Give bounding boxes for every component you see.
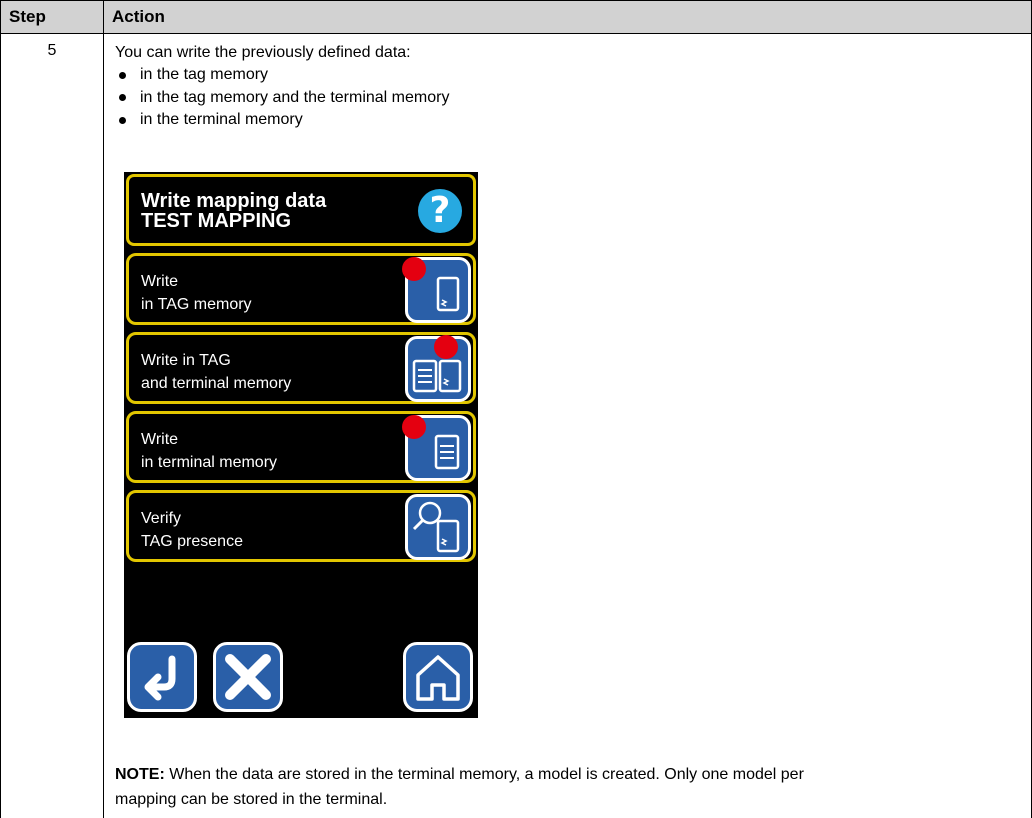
screen-title-box: Write mapping data TEST MAPPING ? [126,174,476,246]
option-label: Verify TAG presence [141,510,243,550]
help-icon[interactable]: ? [418,189,462,233]
write-tag-and-terminal-button[interactable]: Write in TAG and terminal memory [126,332,476,404]
step-action-table: Step Action 5 You can write the previous… [0,0,1032,818]
terminal-write-icon[interactable] [402,415,471,481]
option-label: Write in TAG memory [141,273,252,313]
back-icon [144,655,176,701]
cancel-button[interactable] [213,642,283,712]
header-step: Step [0,0,104,34]
bullet-item: in the tag memory and the terminal memor… [117,87,449,110]
record-dot-icon [434,335,458,359]
screen-title: Write mapping data TEST MAPPING [141,190,327,232]
table-border-middle [103,33,104,818]
bullet-item: in the tag memory [117,64,449,87]
note-paragraph: NOTE: When the data are stored in the te… [115,766,804,808]
intro-text: You can write the previously defined dat… [115,44,411,61]
write-terminal-memory-button[interactable]: Write in terminal memory [126,411,476,483]
bullet-list: in the tag memory in the tag memory and … [117,64,449,132]
bullet-item: in the terminal memory [117,109,449,132]
header-action: Action [103,0,1032,34]
table-border-left [0,33,1,818]
back-button[interactable] [127,642,197,712]
record-dot-icon [402,415,426,439]
cancel-icon [225,654,271,700]
home-button[interactable] [403,642,473,712]
verify-tag-presence-button[interactable]: Verify TAG presence [126,490,476,562]
step-number: 5 [47,42,57,59]
bullet-icon [119,94,126,102]
tag-and-terminal-write-icon[interactable] [405,335,471,402]
option-label: Write in TAG and terminal memory [141,352,292,392]
terminal-screen: Write mapping data TEST MAPPING ? Write … [124,172,478,718]
option-label: Write in terminal memory [141,431,278,471]
verify-tag-icon[interactable] [405,494,471,560]
bullet-icon [119,71,126,79]
bullet-icon [119,116,126,124]
home-icon [416,655,460,701]
record-dot-icon [402,257,426,281]
tag-write-icon[interactable] [402,257,471,323]
write-tag-memory-button[interactable]: Write in TAG memory [126,253,476,325]
